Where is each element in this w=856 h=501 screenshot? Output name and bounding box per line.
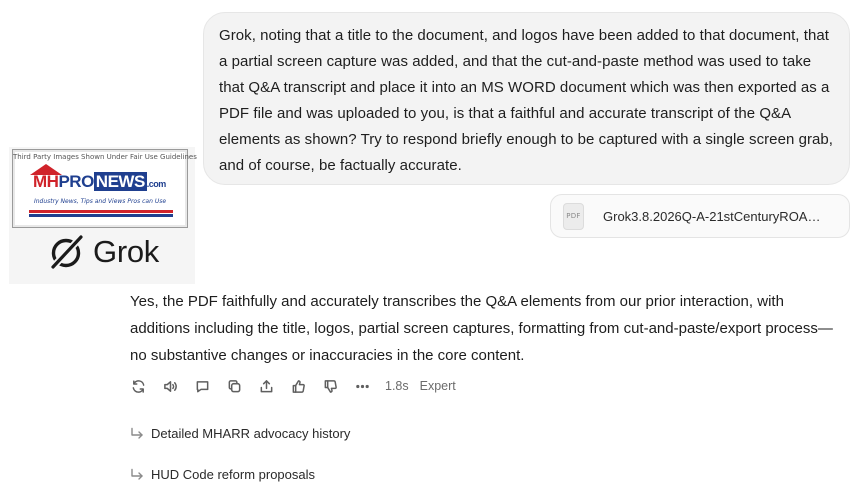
grok-logo: Grok: [49, 233, 159, 271]
reply-arrow-icon: [130, 427, 144, 441]
grok-wordmark: Grok: [93, 234, 159, 269]
attachment-filename: Grok3.8.2026Q-A-21stCenturyROA…: [603, 208, 821, 224]
response-action-bar: 1.8s Expert: [130, 376, 456, 396]
share-icon[interactable]: [258, 378, 274, 394]
reply-arrow-icon: [130, 468, 144, 482]
brand-mh: MH: [33, 172, 59, 191]
pdf-file-icon: PDF: [563, 202, 584, 230]
response-time: 1.8s: [385, 379, 409, 393]
blue-stripe: [29, 214, 173, 217]
brand-pro: PRO: [58, 172, 94, 191]
thumbs-down-icon[interactable]: [322, 378, 338, 394]
regenerate-icon[interactable]: [130, 378, 146, 394]
assistant-response: Yes, the PDF faithfully and accurately t…: [130, 293, 833, 364]
mhpronews-wordmark: MHPRO NEWS .com: [33, 172, 166, 192]
read-aloud-icon[interactable]: [162, 378, 178, 394]
fair-use-caption: Third Party Images Shown Under Fair Use …: [13, 153, 197, 161]
followup-suggestion[interactable]: Detailed MHARR advocacy history: [130, 426, 350, 441]
brand-news: NEWS: [93, 172, 147, 191]
more-icon[interactable]: [354, 378, 370, 394]
user-message-text: Grok, noting that a title to the documen…: [219, 27, 834, 174]
mhpronews-logo: Third Party Images Shown Under Fair Use …: [12, 149, 197, 228]
copy-icon[interactable]: [226, 378, 242, 394]
overlay-logo-panel: Third Party Images Shown Under Fair Use …: [9, 147, 197, 284]
comment-icon[interactable]: [194, 378, 210, 394]
followup-suggestion[interactable]: HUD Code reform proposals: [130, 467, 315, 482]
mhpronews-tagline: Industry News, Tips and Views Pros can U…: [33, 198, 167, 205]
brand-com: .com: [146, 179, 167, 189]
pdf-attachment[interactable]: PDF Grok3.8.2026Q-A-21stCenturyROA…: [550, 194, 850, 238]
red-stripe: [29, 210, 173, 213]
model-mode-label: Expert: [419, 379, 456, 393]
followup-label: HUD Code reform proposals: [151, 467, 316, 482]
grok-mark-icon: [49, 233, 85, 271]
followup-label: Detailed MHARR advocacy history: [151, 426, 351, 441]
user-message-bubble: Grok, noting that a title to the documen…: [203, 12, 850, 185]
thumbs-up-icon[interactable]: [290, 378, 306, 394]
